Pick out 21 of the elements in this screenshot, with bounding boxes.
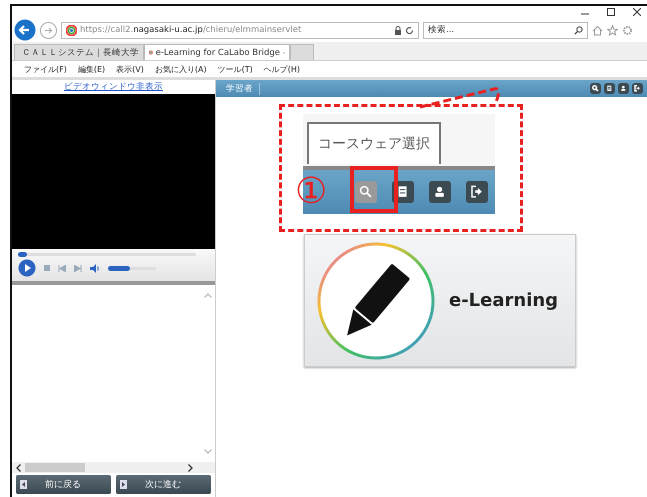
search-field[interactable]: 検索... <box>423 22 588 38</box>
courseware-tab[interactable]: コースウェア選択 <box>307 122 441 164</box>
menu-item[interactable]: ヘルプ(H) <box>264 64 300 74</box>
url-text: https://call2.nagasaki-u.ac.jp/chieru/elmmainservlet <box>80 25 302 35</box>
menu-item[interactable]: 編集(E) <box>78 64 106 74</box>
browser-tab[interactable]: ＣＡＬＬシステム｜長崎大学 <box>14 44 144 60</box>
address-field[interactable]: https://call2.nagasaki-u.ac.jp/chieru/elmmainservlet <box>61 22 419 38</box>
next-button[interactable]: 次に進む <box>116 475 211 494</box>
menu-item[interactable]: ファイル(F) <box>24 64 67 74</box>
elearning-card[interactable]: e-Learning <box>304 234 576 367</box>
back-button[interactable]: 前に戻る <box>16 475 111 494</box>
search-placeholder: 検索... <box>428 24 454 36</box>
menu-item[interactable]: お気に入り(A) <box>154 64 207 74</box>
card-title: e-Learning <box>449 290 558 311</box>
tab-title: e-Learning for CaLabo Bridge <box>156 48 280 58</box>
menu-item[interactable]: 表示(V) <box>116 64 144 74</box>
user-role-label: 学習者 <box>226 82 260 94</box>
hide-video-link[interactable]: ビデオウィンドウ非表示 <box>64 81 163 93</box>
browser-tab[interactable]: e-Learning for CaLabo Bridge <box>144 44 290 60</box>
tab-title: ＣＡＬＬシステム｜長崎大学 <box>22 46 139 58</box>
menu-item[interactable]: ツール(T) <box>218 64 253 74</box>
